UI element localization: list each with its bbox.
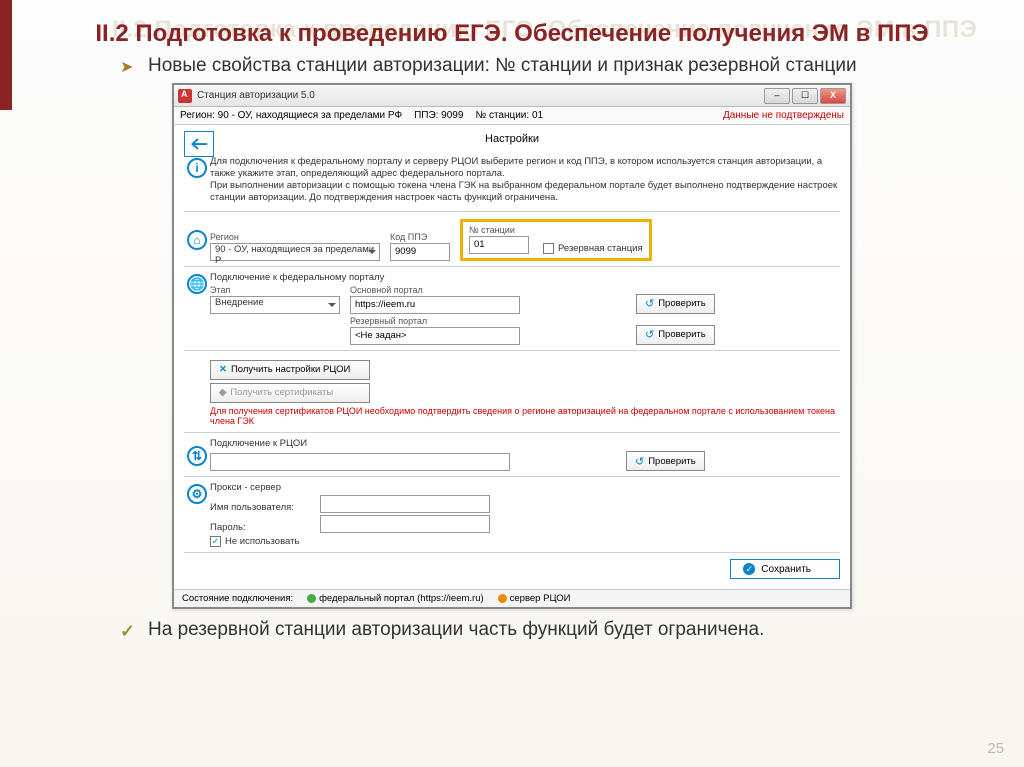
proxy-user-input[interactable] bbox=[320, 495, 490, 513]
page-number: 25 bbox=[987, 740, 1004, 757]
globe-icon: 🌐 bbox=[187, 274, 207, 294]
minimize-button[interactable]: – bbox=[764, 88, 790, 104]
save-button[interactable]: ✓Сохранить bbox=[730, 559, 840, 579]
reserve-checkbox[interactable] bbox=[543, 243, 554, 254]
rcoi-address-input[interactable] bbox=[210, 453, 510, 471]
station-no-input[interactable] bbox=[469, 236, 529, 254]
window-titlebar: Станция авторизации 5.0 – ☐ X bbox=[174, 85, 850, 107]
check-main-portal-button[interactable]: ↻Проверить bbox=[636, 294, 715, 314]
stage-select[interactable]: Внедрение bbox=[210, 296, 340, 314]
proxy-user-label: Имя пользователя: bbox=[210, 502, 310, 513]
back-arrow-icon bbox=[190, 137, 208, 151]
station-highlight: № станции Резервная станция bbox=[460, 219, 652, 261]
info-ppe: ППЭ: 9099 bbox=[414, 110, 463, 121]
info-station: № станции: 01 bbox=[475, 110, 543, 121]
main-portal-input[interactable] bbox=[350, 296, 520, 314]
close-button[interactable]: X bbox=[820, 88, 846, 104]
get-rcoi-settings-button[interactable]: ✕Получить настройки РЦОИ bbox=[210, 360, 370, 380]
app-window: Станция авторизации 5.0 – ☐ X Регион: 90… bbox=[172, 83, 852, 609]
slide-title: II.2 Подготовка к проведению ЕГЭ. Обеспе… bbox=[70, 18, 954, 49]
proxy-section-label: Прокси - сервер bbox=[210, 482, 840, 493]
intro-text: Для подключения к федеральному порталу и… bbox=[210, 156, 840, 204]
home-icon: ⌂ bbox=[187, 230, 207, 250]
info-bar: Регион: 90 - ОУ, находящиеся за пределам… bbox=[174, 107, 850, 125]
app-icon bbox=[178, 89, 192, 103]
info-region: Регион: 90 - ОУ, находящиеся за пределам… bbox=[180, 110, 402, 121]
bullet-top: Новые свойства станции авторизации: № ст… bbox=[120, 55, 994, 77]
ppe-code-input[interactable] bbox=[390, 243, 450, 261]
window-title: Станция авторизации 5.0 bbox=[197, 90, 764, 101]
refresh-icon: ↻ bbox=[645, 328, 654, 341]
main-portal-label: Основной портал bbox=[350, 285, 520, 295]
ppe-code-label: Код ППЭ bbox=[390, 232, 450, 242]
stage-label: Этап bbox=[210, 285, 340, 295]
bullet-bottom: На резервной станции авторизации часть ф… bbox=[120, 619, 994, 641]
cert-icon: ◆ bbox=[219, 387, 226, 398]
save-icon: ✓ bbox=[743, 563, 755, 575]
backup-portal-input[interactable] bbox=[350, 327, 520, 345]
status-fed: федеральный портал (https://ieem.ru) bbox=[319, 593, 484, 604]
status-rcoi: сервер РЦОИ bbox=[510, 593, 571, 604]
status-bar: Состояние подключения: федеральный порта… bbox=[174, 589, 850, 607]
station-no-label: № станции bbox=[469, 225, 529, 235]
region-label: Регион bbox=[210, 232, 380, 242]
rcoi-section-label: Подключение к РЦОИ bbox=[210, 438, 840, 449]
get-certs-button[interactable]: ◆Получить сертификаты bbox=[210, 383, 370, 403]
reserve-label: Резервная станция bbox=[558, 243, 643, 254]
refresh-icon: ↻ bbox=[635, 455, 644, 468]
status-dot-green bbox=[307, 594, 316, 603]
check-rcoi-button[interactable]: ↻Проверить bbox=[626, 451, 705, 471]
maximize-button[interactable]: ☐ bbox=[792, 88, 818, 104]
tools-icon: ✕ bbox=[219, 364, 227, 375]
proxy-nouse-checkbox[interactable]: ✓ bbox=[210, 536, 221, 547]
proxy-pass-label: Пароль: bbox=[210, 522, 310, 533]
check-backup-portal-button[interactable]: ↻Проверить bbox=[636, 325, 715, 345]
settings-header: Настройки bbox=[184, 133, 840, 145]
backup-portal-label: Резервный портал bbox=[350, 316, 520, 326]
portal-section-label: Подключение к федеральному порталу bbox=[210, 272, 840, 283]
region-select[interactable]: 90 - ОУ, находящиеся за пределами Р bbox=[210, 243, 380, 261]
proxy-pass-input[interactable] bbox=[320, 515, 490, 533]
refresh-icon: ↻ bbox=[645, 297, 654, 310]
proxy-icon: ⚙ bbox=[187, 484, 207, 504]
info-icon: i bbox=[187, 158, 207, 178]
proxy-nouse-label: Не использовать bbox=[225, 536, 299, 547]
rcoi-icon: ⇅ bbox=[187, 446, 207, 466]
info-warn: Данные не подтверждены bbox=[723, 110, 844, 121]
accent-bar bbox=[0, 0, 12, 110]
cert-warning: Для получения сертификатов РЦОИ необходи… bbox=[210, 406, 840, 428]
status-dot-orange bbox=[498, 594, 507, 603]
status-label: Состояние подключения: bbox=[182, 593, 293, 604]
